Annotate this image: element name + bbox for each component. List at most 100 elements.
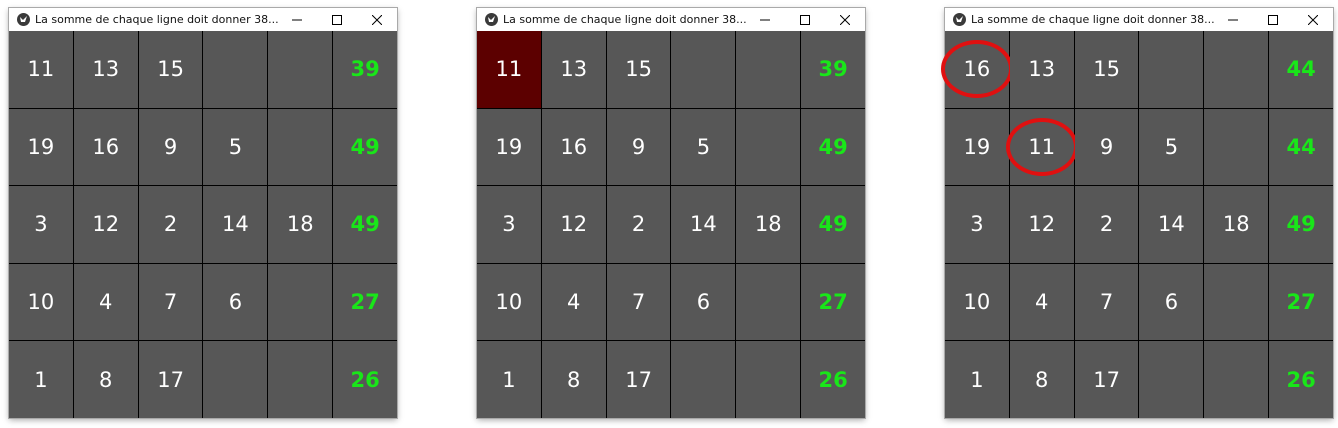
- window-title: La somme de chaque ligne doit donner 38.…: [971, 13, 1215, 26]
- grid-cell[interactable]: 2: [138, 186, 203, 263]
- grid-cell[interactable]: 14: [671, 186, 736, 263]
- row-sum: 49: [333, 108, 397, 186]
- grid-cell[interactable]: 9: [138, 108, 203, 186]
- grid-cell[interactable]: [671, 31, 736, 108]
- close-button[interactable]: [825, 8, 865, 31]
- grid-cell[interactable]: [1204, 108, 1269, 186]
- grid-cell-selected[interactable]: 11: [477, 31, 541, 108]
- minimize-button[interactable]: [1213, 8, 1253, 31]
- grid-cell[interactable]: [268, 263, 333, 341]
- grid-cell[interactable]: 16: [73, 108, 138, 186]
- maximize-icon: [1268, 14, 1278, 25]
- grid-cell[interactable]: 4: [541, 263, 606, 341]
- maximize-button[interactable]: [317, 8, 357, 31]
- grid-cell[interactable]: 17: [1074, 341, 1139, 418]
- grid-cell[interactable]: 8: [73, 341, 138, 418]
- title-bar[interactable]: La somme de chaque ligne doit donner 38.…: [477, 8, 865, 31]
- row-sum: 26: [333, 341, 397, 418]
- row-sum: 39: [333, 31, 397, 108]
- grid-cell[interactable]: 7: [138, 263, 203, 341]
- grid-cell[interactable]: 7: [1074, 263, 1139, 341]
- number-grid: 11 13 15 39 19 16 9 5 49 3 12 2 14 18 49…: [477, 31, 865, 418]
- grid-cell[interactable]: 12: [541, 186, 606, 263]
- grid-cell[interactable]: 18: [268, 186, 333, 263]
- grid-cell[interactable]: 15: [138, 31, 203, 108]
- grid-cell[interactable]: 17: [138, 341, 203, 418]
- grid-cell[interactable]: 8: [1009, 341, 1074, 418]
- grid-cell[interactable]: 19: [9, 108, 73, 186]
- grid-cell[interactable]: 3: [945, 186, 1009, 263]
- grid-cell[interactable]: [268, 341, 333, 418]
- grid-cell[interactable]: [736, 31, 801, 108]
- grid-cell[interactable]: 4: [73, 263, 138, 341]
- grid-cell[interactable]: 14: [203, 186, 268, 263]
- grid-cell[interactable]: 5: [671, 108, 736, 186]
- maximize-button[interactable]: [1253, 8, 1293, 31]
- grid-cell[interactable]: 6: [1139, 263, 1204, 341]
- grid-cell[interactable]: 1: [945, 341, 1009, 418]
- grid-cell[interactable]: 3: [9, 186, 73, 263]
- grid-cell[interactable]: 4: [1009, 263, 1074, 341]
- kivy-app-icon: [17, 13, 30, 26]
- grid-cell[interactable]: 17: [606, 341, 671, 418]
- close-button[interactable]: [1293, 8, 1333, 31]
- grid-cell[interactable]: 10: [945, 263, 1009, 341]
- title-bar[interactable]: La somme de chaque ligne doit donner 38.…: [945, 8, 1333, 31]
- grid-cell[interactable]: 5: [203, 108, 268, 186]
- grid-cell[interactable]: [203, 31, 268, 108]
- grid-cell[interactable]: 13: [1009, 31, 1074, 108]
- grid-cell[interactable]: 2: [1074, 186, 1139, 263]
- grid-cell[interactable]: 6: [671, 263, 736, 341]
- close-icon: [840, 14, 850, 25]
- grid-cell[interactable]: 19: [477, 108, 541, 186]
- minimize-button[interactable]: [277, 8, 317, 31]
- row-sum: 27: [1269, 263, 1333, 341]
- grid-cell[interactable]: 2: [606, 186, 671, 263]
- grid-cell[interactable]: 15: [1074, 31, 1139, 108]
- grid-cell[interactable]: [268, 31, 333, 108]
- title-bar[interactable]: La somme de chaque ligne doit donner 38.…: [9, 8, 397, 31]
- grid-cell-circled[interactable]: 16: [940, 31, 1013, 108]
- grid-cell[interactable]: [268, 108, 333, 186]
- grid-cell[interactable]: 7: [606, 263, 671, 341]
- grid-cell-circled[interactable]: 11: [1005, 108, 1078, 186]
- grid-cell[interactable]: 12: [73, 186, 138, 263]
- grid-cell[interactable]: 1: [477, 341, 541, 418]
- grid-cell[interactable]: 16: [541, 108, 606, 186]
- row-sum: 44: [1269, 31, 1333, 108]
- grid-cell[interactable]: [1139, 31, 1204, 108]
- grid-cell[interactable]: 10: [477, 263, 541, 341]
- grid-cell[interactable]: 15: [606, 31, 671, 108]
- maximize-button[interactable]: [785, 8, 825, 31]
- grid-cell[interactable]: [736, 263, 801, 341]
- grid-cell[interactable]: 9: [606, 108, 671, 186]
- grid-cell[interactable]: 14: [1139, 186, 1204, 263]
- grid-cell[interactable]: 3: [477, 186, 541, 263]
- grid-cell[interactable]: 19: [945, 108, 1009, 186]
- minimize-button[interactable]: [745, 8, 785, 31]
- close-button[interactable]: [357, 8, 397, 31]
- grid-cell[interactable]: [671, 341, 736, 418]
- grid-cell[interactable]: [1204, 31, 1269, 108]
- grid-cell[interactable]: 13: [73, 31, 138, 108]
- grid-cell[interactable]: 8: [541, 341, 606, 418]
- grid-cell[interactable]: 10: [9, 263, 73, 341]
- number-grid: 16 13 15 44 19 11 9 5 44 3 12 2 14 18 49…: [940, 31, 1333, 418]
- grid-cell[interactable]: 13: [541, 31, 606, 108]
- grid-cell[interactable]: [1204, 263, 1269, 341]
- puzzle-window-1: La somme de chaque ligne doit donner 38.…: [9, 8, 397, 418]
- grid-cell[interactable]: 12: [1009, 186, 1074, 263]
- grid-cell[interactable]: [736, 341, 801, 418]
- grid-cell[interactable]: [736, 108, 801, 186]
- grid-cell[interactable]: [1139, 341, 1204, 418]
- grid-cell[interactable]: 9: [1074, 108, 1139, 186]
- grid-cell[interactable]: 6: [203, 263, 268, 341]
- grid-cell[interactable]: 5: [1139, 108, 1204, 186]
- grid-cell[interactable]: 1: [9, 341, 73, 418]
- grid-cell[interactable]: 11: [9, 31, 73, 108]
- grid-cell[interactable]: 18: [736, 186, 801, 263]
- grid-cell[interactable]: [1204, 341, 1269, 418]
- grid-cell[interactable]: [203, 341, 268, 418]
- cell-value: 16: [963, 57, 991, 82]
- grid-cell[interactable]: 18: [1204, 186, 1269, 263]
